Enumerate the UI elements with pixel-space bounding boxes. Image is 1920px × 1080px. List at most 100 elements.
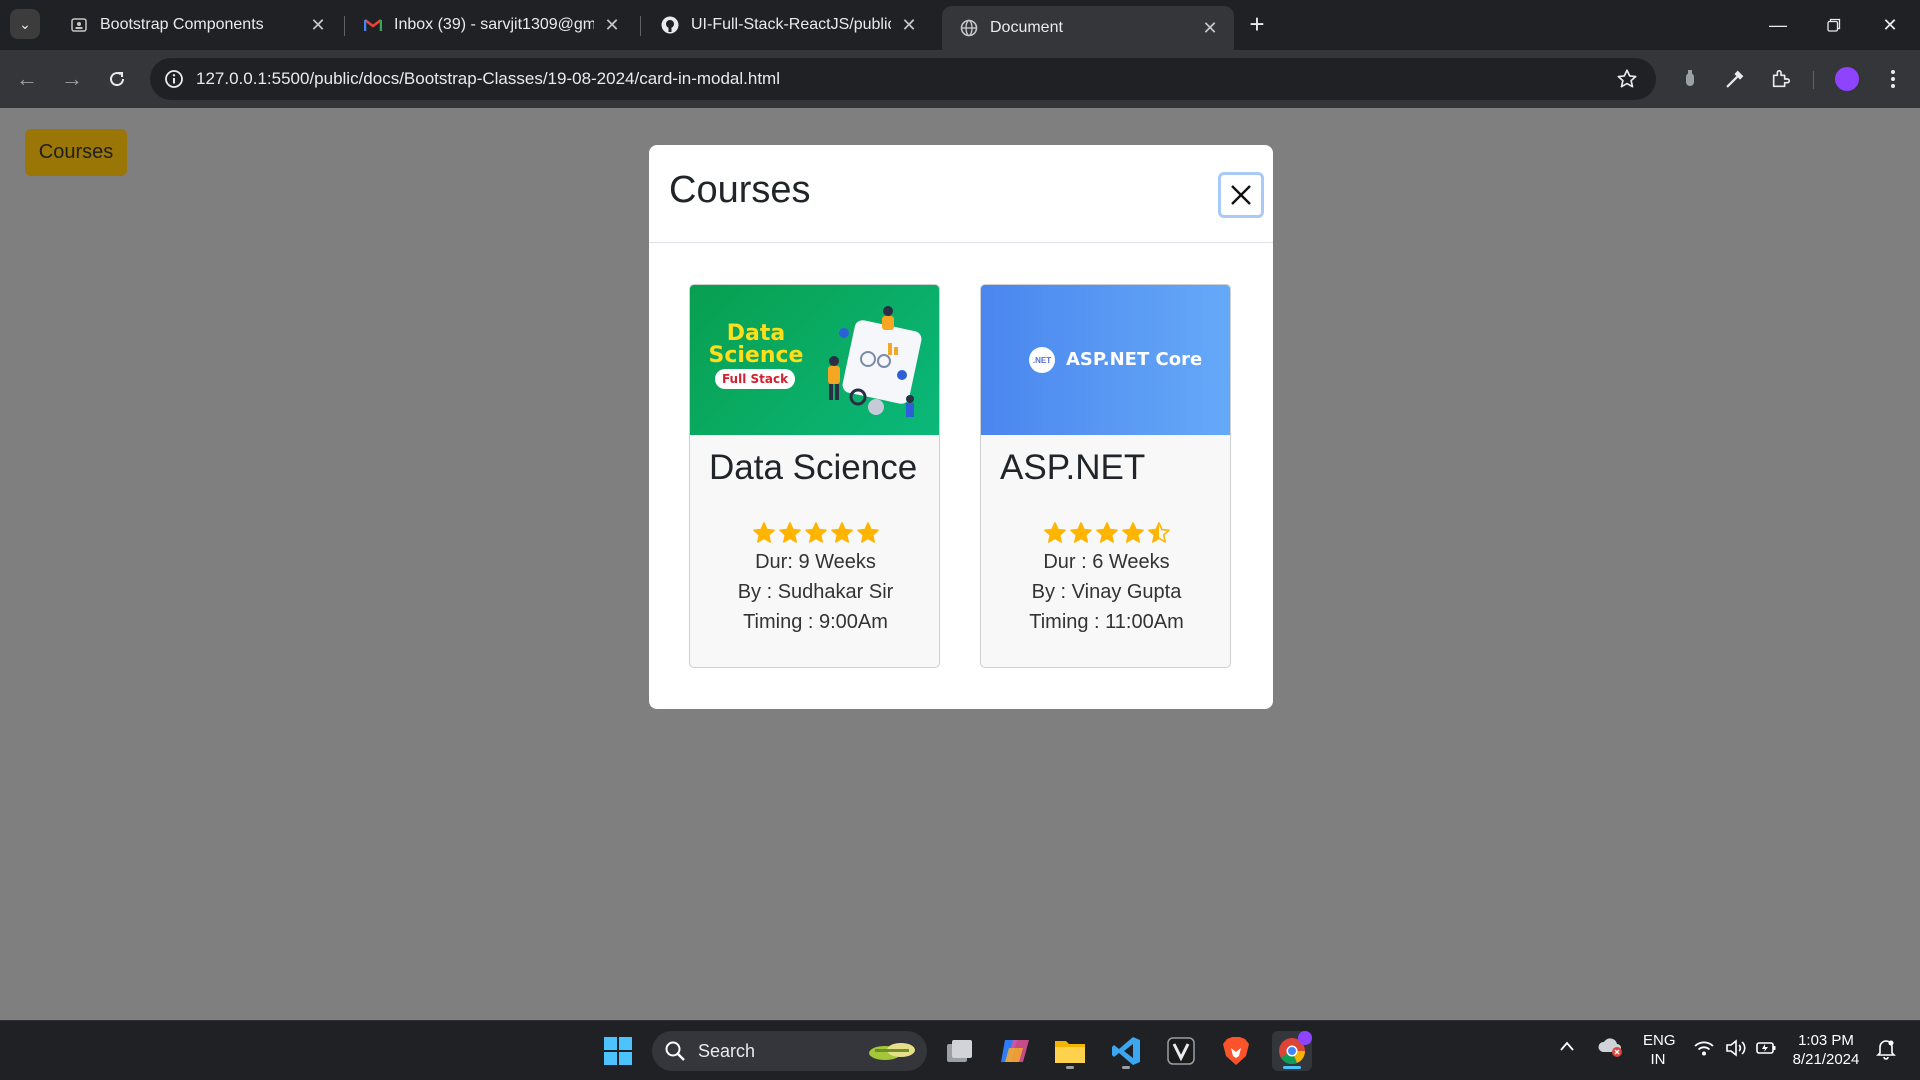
tab-gmail-inbox[interactable]: Inbox (39) - sarvjit1309@gmail.com ✕	[346, 8, 636, 42]
course-card-aspnet: .NET ASP.NET Core ASP.NET Dur : 6 Weeks …	[980, 284, 1231, 668]
chevron-up-icon	[1560, 1041, 1574, 1051]
tab-title: Inbox (39) - sarvjit1309@gmail.com	[394, 16, 594, 33]
course-card-data-science: Data Science Full Stack Data Science Dur…	[689, 284, 940, 668]
course-title: ASP.NET	[1000, 448, 1146, 487]
show-hidden-icons-button[interactable]	[1559, 1039, 1575, 1056]
folder-icon	[1055, 1041, 1085, 1063]
address-bar[interactable]: 127.0.0.1:5500/public/docs/Bootstrap-Cla…	[150, 58, 1656, 100]
browser-toolbar: ← → 127.0.0.1:5500/public/docs/Bootstrap…	[0, 50, 1920, 108]
clock[interactable]: 1:03 PM 8/21/2024	[1784, 1031, 1868, 1069]
course-title: Data Science	[709, 448, 918, 487]
courses-button[interactable]: Courses	[25, 129, 127, 176]
course-timing: Timing : 9:00Am	[743, 611, 888, 633]
tab-search-button[interactable]: ⌄	[10, 9, 40, 39]
running-indicator	[1122, 1066, 1130, 1069]
minimize-icon: —	[1769, 14, 1787, 35]
running-indicator	[1283, 1066, 1301, 1069]
minimize-button[interactable]: —	[1750, 0, 1806, 50]
star-full-icon	[1121, 522, 1144, 543]
taskbar-app-vegas[interactable]	[1161, 1031, 1201, 1071]
clock-time: 1:03 PM	[1798, 1032, 1854, 1049]
course-timing: Timing : 11:00Am	[1029, 611, 1184, 633]
network-volume-battery[interactable]	[1693, 1039, 1777, 1061]
modal-close-button[interactable]	[1218, 172, 1264, 218]
arrow-right-icon: →	[61, 66, 83, 91]
taskbar-file-explorer[interactable]	[1050, 1031, 1090, 1071]
extension-icon[interactable]	[1676, 65, 1704, 93]
chrome-profile-badge	[1298, 1031, 1312, 1045]
taskbar-brave[interactable]	[1216, 1031, 1256, 1071]
eyedropper-icon[interactable]	[1721, 65, 1749, 93]
star-full-icon	[1069, 522, 1092, 543]
search-label: Search	[698, 1041, 756, 1061]
bookmark-star-icon[interactable]	[1614, 66, 1640, 92]
close-icon: ✕	[1882, 14, 1898, 35]
modal-title: Courses	[669, 169, 811, 211]
tab-document[interactable]: Document ✕	[942, 6, 1234, 50]
running-indicator	[1066, 1066, 1074, 1069]
globe-icon	[960, 19, 978, 37]
wifi-icon	[1694, 1041, 1714, 1056]
tab-title: Document	[990, 19, 1063, 36]
star-full-icon	[1043, 522, 1066, 543]
profile-avatar[interactable]	[1835, 67, 1859, 91]
language-code: ENG	[1643, 1032, 1676, 1049]
tab-divider	[344, 16, 345, 36]
start-button[interactable]	[598, 1031, 638, 1071]
modal-header: Courses	[649, 145, 1273, 243]
tab-github-repo[interactable]: UI-Full-Stack-ReactJS/public/docs ✕	[643, 8, 933, 42]
taskbar-search[interactable]: Search	[652, 1031, 927, 1071]
close-window-button[interactable]: ✕	[1862, 0, 1918, 50]
star-full-icon	[778, 522, 801, 543]
search-icon	[665, 1041, 685, 1061]
url-text[interactable]: 127.0.0.1:5500/public/docs/Bootstrap-Cla…	[196, 69, 780, 89]
cloud-error-icon	[1598, 1038, 1622, 1057]
extensions-puzzle-icon[interactable]	[1767, 65, 1795, 93]
close-tab-icon[interactable]: ✕	[308, 15, 328, 36]
star-full-icon	[752, 522, 775, 543]
tab-bootstrap-components[interactable]: Bootstrap Components ✕	[52, 8, 342, 42]
taskbar-task-view[interactable]	[940, 1031, 980, 1071]
close-tab-icon[interactable]: ✕	[602, 15, 622, 36]
close-icon	[1231, 185, 1251, 205]
full-stack-badge: Full Stack	[715, 369, 795, 389]
region-code: IN	[1650, 1051, 1666, 1068]
back-button[interactable]: ←	[11, 63, 43, 95]
new-tab-button[interactable]: +	[1242, 9, 1272, 39]
image-label: ASP.NET Core	[1066, 349, 1203, 370]
forward-button[interactable]: →	[56, 63, 88, 95]
volume-icon	[1726, 1039, 1746, 1057]
reload-icon	[110, 72, 125, 87]
windows-taskbar: Search ENG IN 1:03 PM 8/21/2024	[0, 1020, 1920, 1080]
taskbar-chrome[interactable]	[1272, 1031, 1312, 1071]
restore-icon	[1827, 18, 1841, 32]
vscode-icon	[1112, 1037, 1140, 1065]
reload-button[interactable]	[101, 63, 133, 95]
task-view-icon	[947, 1040, 972, 1062]
course-instructor: By : Vinay Gupta	[1031, 581, 1182, 603]
course-duration: Dur: 9 Weeks	[755, 551, 876, 573]
star-full-icon	[1095, 522, 1118, 543]
search-highlight-icon	[869, 1043, 915, 1060]
arrow-left-icon: ←	[16, 66, 38, 91]
page-icon	[70, 16, 88, 34]
close-tab-icon[interactable]: ✕	[1200, 18, 1220, 39]
course-image-aspnet: .NET ASP.NET Core	[981, 285, 1230, 435]
course-duration: Dur : 6 Weeks	[1043, 551, 1170, 573]
notification-bell-icon	[1876, 1040, 1896, 1060]
input-language-indicator[interactable]: ENG IN	[1643, 1031, 1676, 1069]
browser-tab-bar: ⌄ Bootstrap Components ✕ Inbox (39) - sa…	[0, 0, 1920, 50]
taskbar-copilot[interactable]	[995, 1031, 1035, 1071]
notifications-button[interactable]	[1876, 1038, 1896, 1064]
site-info-icon[interactable]	[162, 67, 186, 91]
tab-divider	[640, 16, 641, 36]
courses-modal: Courses Data Science Full Stack Data Sci…	[649, 145, 1273, 709]
star-full-icon	[856, 522, 879, 543]
image-text-line: Data	[726, 321, 786, 346]
restore-button[interactable]	[1806, 0, 1862, 50]
close-tab-icon[interactable]: ✕	[899, 15, 919, 36]
onedrive-status[interactable]	[1597, 1037, 1623, 1061]
more-menu-icon[interactable]	[1879, 65, 1907, 93]
taskbar-vscode[interactable]	[1106, 1031, 1146, 1071]
page-viewport: Courses Courses Data Science Full Stack	[0, 108, 1920, 1020]
